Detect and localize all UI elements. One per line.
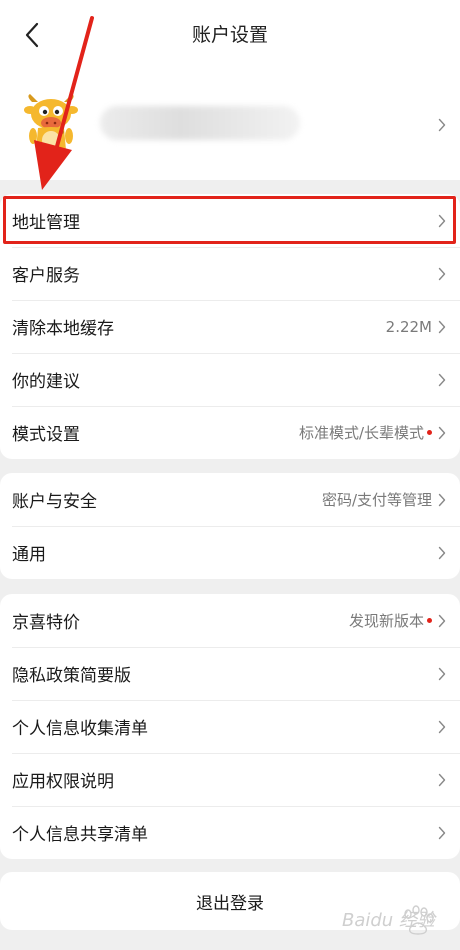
row-label: 客户服务 (12, 266, 80, 286)
row-label: 模式设置 (12, 425, 80, 445)
chevron-right-icon (438, 267, 446, 281)
row-personal-info-collection[interactable]: 个人信息收集清单 (0, 700, 460, 753)
mode-value-text: 标准模式/长辈模式 (298, 424, 424, 442)
page-title: 账户设置 (191, 24, 268, 46)
row-label: 京喜特价 (12, 613, 80, 633)
avatar (20, 92, 84, 156)
account-header: 账户设置 (0, 0, 460, 180)
new-version-text: 发现新版本 (348, 612, 424, 630)
chevron-right-icon (438, 614, 446, 628)
cache-size-value: 2.22M (385, 317, 432, 336)
row-label: 账户与安全 (12, 492, 97, 512)
baidu-watermark: Baidu 经验 (338, 898, 448, 944)
baidu-paw-logo-icon: Baidu 经验 (342, 905, 437, 935)
settings-card-info: 京喜特价 发现新版本 隐私政策简要版 个人信息收集清单 应用权限说明 个人信息共… (0, 594, 460, 859)
row-app-permissions[interactable]: 应用权限说明 (0, 753, 460, 806)
chevron-right-icon (438, 720, 446, 734)
red-dot-badge (427, 618, 432, 623)
chevron-right-icon (438, 826, 446, 840)
row-account-security[interactable]: 账户与安全 密码/支付等管理 (0, 473, 460, 526)
row-clear-cache[interactable]: 清除本地缓存 2.22M (0, 300, 460, 353)
highlight-box (3, 196, 456, 244)
row-privacy-policy-brief[interactable]: 隐私政策简要版 (0, 647, 460, 700)
profile-row[interactable] (0, 82, 460, 168)
row-label: 通用 (12, 545, 46, 565)
settings-card-account: 账户与安全 密码/支付等管理 通用 (0, 473, 460, 579)
row-label: 清除本地缓存 (12, 319, 114, 339)
chevron-right-icon (438, 373, 446, 387)
row-label: 个人信息收集清单 (12, 719, 148, 739)
mascot-avatar-icon (24, 94, 78, 152)
chevron-right-icon (438, 426, 446, 440)
chevron-right-icon (438, 773, 446, 787)
row-general[interactable]: 通用 (0, 526, 460, 579)
chevron-right-icon (438, 320, 446, 334)
row-label: 你的建议 (12, 372, 80, 392)
row-address-management[interactable]: 地址管理 (0, 194, 460, 247)
blurred-username (100, 106, 300, 140)
red-dot-badge (427, 430, 432, 435)
row-label: 个人信息共享清单 (12, 825, 148, 845)
chevron-right-icon (438, 546, 446, 560)
settings-card-main: 地址管理 客户服务 清除本地缓存 2.22M 你的建议 模式设置 标准模式/长辈… (0, 194, 460, 459)
row-personal-info-sharing[interactable]: 个人信息共享清单 (0, 806, 460, 859)
row-jingxi-deals[interactable]: 京喜特价 发现新版本 (0, 594, 460, 647)
account-security-value: 密码/支付等管理 (321, 491, 432, 509)
row-customer-service[interactable]: 客户服务 (0, 247, 460, 300)
chevron-right-icon (438, 493, 446, 507)
chevron-right-icon (438, 667, 446, 681)
row-feedback[interactable]: 你的建议 (0, 353, 460, 406)
row-mode-settings[interactable]: 模式设置 标准模式/长辈模式 (0, 406, 460, 459)
new-version-value: 发现新版本 (349, 610, 432, 631)
chevron-right-icon (438, 118, 446, 132)
row-label: 应用权限说明 (12, 772, 114, 792)
mode-value: 标准模式/长辈模式 (299, 422, 432, 443)
watermark-text: Baidu 经验 (342, 910, 437, 931)
row-label: 隐私政策简要版 (12, 666, 131, 686)
